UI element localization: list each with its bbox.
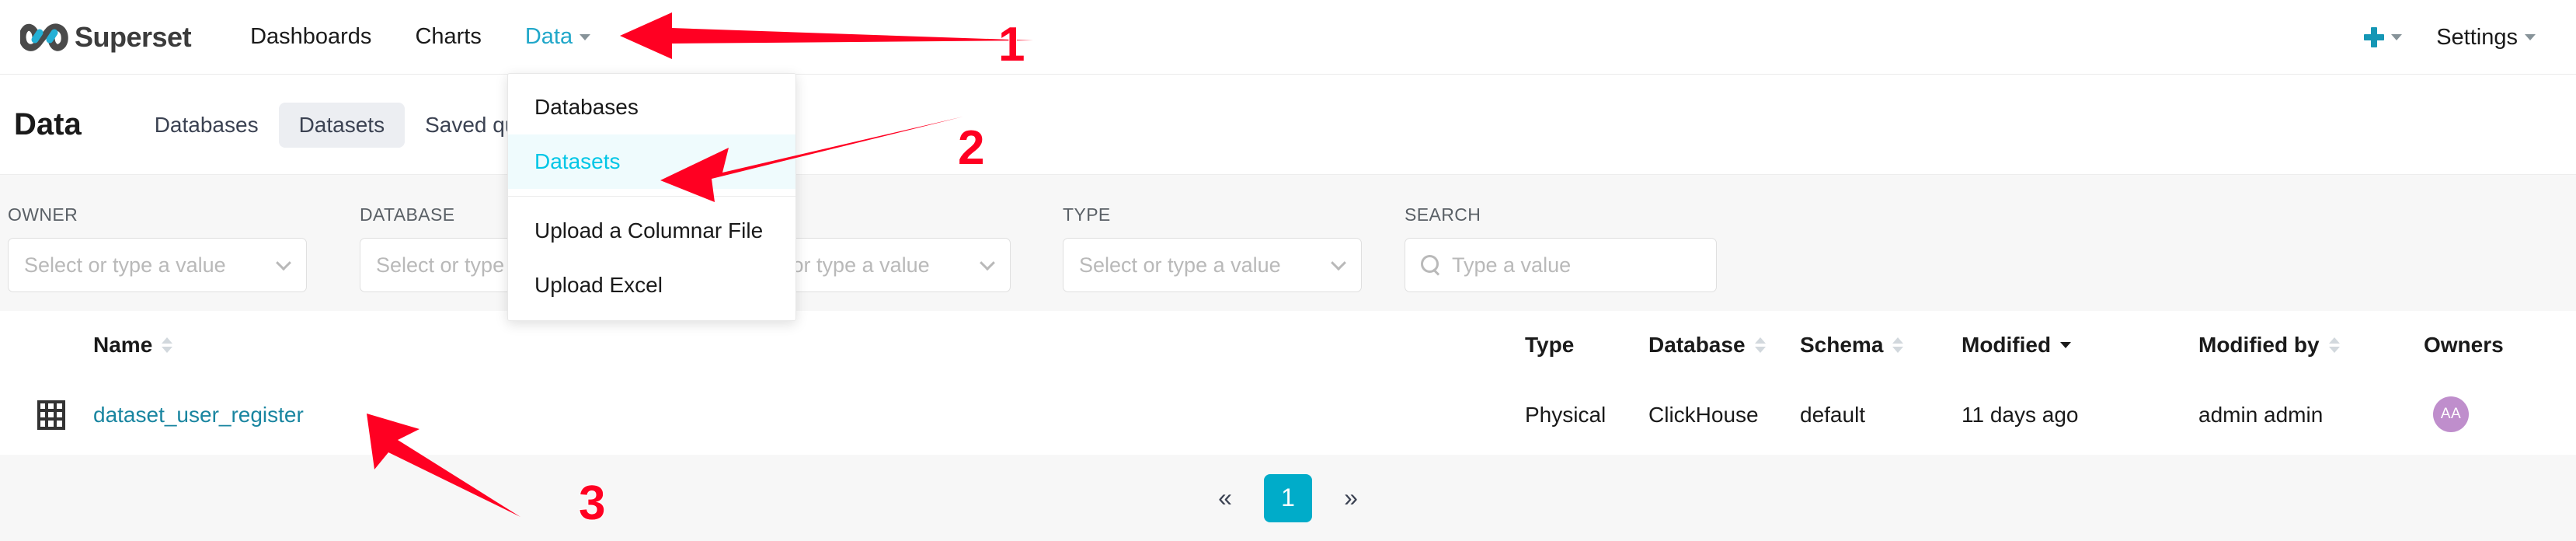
filter-search-label: SEARCH	[1405, 204, 1481, 225]
column-header-type: Type	[1525, 333, 1574, 358]
filter-type-select[interactable]: Select or type a value	[1063, 238, 1362, 292]
data-dropdown-menu: Databases Datasets Upload a Columnar Fil…	[507, 73, 796, 321]
filter-owner-label: OWNER	[8, 204, 78, 225]
menu-item-upload-excel[interactable]: Upload Excel	[508, 258, 795, 312]
nav-link-data-label: Data	[524, 24, 573, 49]
nav-right: Settings	[2347, 0, 2553, 75]
tab-datasets[interactable]: Datasets	[278, 102, 406, 148]
tab-databases[interactable]: Databases	[134, 103, 279, 148]
sort-toggle-icon[interactable]	[2328, 337, 2340, 353]
column-header-name[interactable]: Name	[93, 333, 173, 358]
settings-label: Settings	[2436, 24, 2518, 50]
filter-search: SEARCH Type a value	[1405, 204, 1717, 292]
column-header-modified-label: Modified	[1962, 333, 2052, 357]
cell-type: Physical	[1525, 403, 1607, 427]
column-header-schema[interactable]: Schema	[1800, 333, 1904, 358]
table-header-row: Name Type Database Schema Modified Modif…	[0, 311, 2576, 379]
menu-item-databases[interactable]: Databases	[508, 80, 795, 134]
sort-desc-icon[interactable]	[2060, 342, 2072, 348]
column-header-modified[interactable]: Modified	[1962, 333, 2072, 358]
sort-toggle-icon[interactable]	[162, 337, 173, 353]
chevron-down-icon	[2525, 34, 2536, 40]
filter-owner: OWNER Select or type a value	[8, 204, 307, 292]
dataset-link[interactable]: dataset_user_register	[93, 403, 304, 428]
plus-icon	[2364, 27, 2385, 47]
brand-name: Superset	[75, 20, 192, 53]
filter-bar: OWNER Select or type a value DATABASE Se…	[0, 174, 2576, 311]
settings-menu[interactable]: Settings	[2419, 25, 2553, 51]
datasets-table: Name Type Database Schema Modified Modif…	[0, 311, 2576, 455]
filter-type: TYPE Select or type a value	[1063, 204, 1362, 292]
cell-database: ClickHouse	[1648, 403, 1759, 427]
table-row: dataset_user_register Physical ClickHous…	[0, 379, 2576, 455]
annotation-number-3: 3	[578, 476, 607, 531]
menu-item-upload-columnar-file[interactable]: Upload a Columnar File	[508, 204, 795, 258]
superset-datasets-page: Superset Dashboards Charts Data Settings…	[0, 0, 2576, 541]
cell-modified-by: admin admin	[2198, 403, 2324, 427]
cell-name: dataset_user_register	[93, 403, 304, 428]
menu-item-datasets[interactable]: Datasets	[508, 134, 795, 189]
cell-modified: 11 days ago	[1962, 403, 2079, 427]
column-header-modified-by-label: Modified by	[2198, 333, 2320, 357]
page-title: Data	[14, 107, 82, 141]
sort-toggle-icon[interactable]	[1754, 337, 1766, 353]
dataset-grid-icon	[37, 400, 65, 430]
chevron-down-icon	[580, 34, 591, 41]
search-placeholder: Type a value	[1452, 253, 1572, 277]
column-header-owners-label: Owners	[2424, 333, 2504, 357]
filter-type-label: TYPE	[1063, 204, 1111, 225]
column-header-database-label: Database	[1648, 333, 1746, 357]
brand[interactable]: Superset	[20, 20, 192, 54]
search-input[interactable]: Type a value	[1405, 238, 1717, 292]
column-header-owners: Owners	[2424, 333, 2504, 358]
pagination-next[interactable]: »	[1334, 483, 1368, 512]
cell-schema: default	[1800, 403, 1866, 427]
chevron-down-icon	[980, 255, 995, 271]
annotation-number-1: 1	[997, 17, 1026, 72]
filter-owner-select[interactable]: Select or type a value	[8, 238, 307, 292]
chevron-down-icon	[1331, 255, 1346, 271]
nav-link-charts[interactable]: Charts	[393, 24, 503, 50]
cell-owners: AA	[2433, 396, 2469, 432]
pagination: « 1 »	[0, 455, 2576, 541]
pagination-prev[interactable]: «	[1208, 483, 1242, 512]
new-item-button[interactable]	[2347, 27, 2419, 47]
column-header-modified-by[interactable]: Modified by	[2198, 333, 2340, 358]
column-header-database[interactable]: Database	[1648, 333, 1766, 358]
annotation-number-2: 2	[957, 120, 986, 176]
pagination-page-1[interactable]: 1	[1264, 473, 1312, 522]
filter-owner-placeholder: Select or type a value	[24, 253, 226, 277]
nav-links: Dashboards Charts Data	[228, 24, 612, 50]
filter-type-placeholder: Select or type a value	[1079, 253, 1281, 277]
top-navbar: Superset Dashboards Charts Data Settings	[0, 0, 2576, 75]
avatar[interactable]: AA	[2433, 396, 2469, 432]
chevron-down-icon	[2391, 34, 2403, 40]
page-header: Data Databases Datasets Saved queries	[0, 75, 2576, 174]
nav-link-dashboards[interactable]: Dashboards	[228, 24, 393, 50]
menu-divider	[508, 196, 795, 197]
column-header-name-label: Name	[93, 333, 153, 357]
nav-link-data[interactable]: Data	[503, 24, 612, 50]
sort-toggle-icon[interactable]	[1892, 337, 1904, 353]
column-header-type-label: Type	[1525, 333, 1575, 357]
chevron-down-icon	[276, 255, 291, 271]
search-icon	[1421, 255, 1441, 275]
column-header-schema-label: Schema	[1800, 333, 1884, 357]
superset-infinity-logo-icon	[20, 23, 68, 51]
dataset-type-icon-cell	[37, 400, 65, 431]
